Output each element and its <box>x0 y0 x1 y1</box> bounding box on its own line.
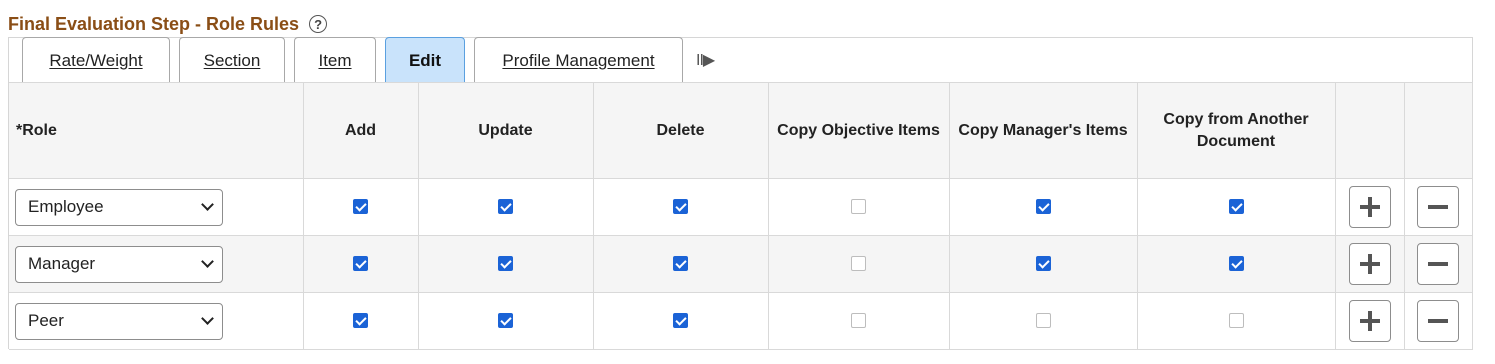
role-select-value: Employee <box>28 197 104 216</box>
plus-icon <box>1359 197 1380 217</box>
column-header-delete-row <box>1404 82 1473 179</box>
copy-manager-checkbox[interactable] <box>1035 313 1051 329</box>
add-row-button[interactable] <box>1348 186 1391 228</box>
copy-objective-checkbox[interactable] <box>851 199 866 215</box>
minus-icon <box>1428 197 1448 217</box>
table-row: Peer <box>9 292 1473 350</box>
column-header-copy-another[interactable]: Copy from Another Document <box>1137 82 1336 179</box>
copy-another-checkbox[interactable] <box>1228 256 1244 272</box>
copy-manager-cell <box>949 235 1138 293</box>
copy-objective-checkbox[interactable] <box>851 256 866 272</box>
plus-icon <box>1359 254 1380 274</box>
delete-cell <box>593 292 769 350</box>
add-row-cell <box>1335 235 1405 293</box>
chevron-down-icon <box>201 312 214 325</box>
add-cell <box>303 235 419 293</box>
table-row: Employee <box>9 178 1473 236</box>
column-header-add[interactable]: Add <box>303 82 419 179</box>
minus-icon <box>1428 254 1448 274</box>
column-header-role[interactable]: *Role <box>9 82 304 179</box>
delete-checkbox[interactable] <box>673 313 688 329</box>
question-circle-icon[interactable]: ? <box>309 15 328 33</box>
copy-another-cell <box>1137 235 1336 293</box>
add-checkbox[interactable] <box>353 313 368 329</box>
update-cell <box>418 235 594 293</box>
update-cell <box>418 178 594 236</box>
copy-another-cell <box>1137 178 1336 236</box>
copy-manager-cell <box>949 178 1138 236</box>
column-header-copy-manager[interactable]: Copy Manager's Items <box>949 82 1138 179</box>
copy-objective-cell <box>768 235 950 293</box>
table-row: Manager <box>9 235 1473 293</box>
delete-row-button[interactable] <box>1417 186 1459 228</box>
role-cell: Manager <box>9 235 304 293</box>
delete-cell <box>593 235 769 293</box>
role-select-value: Manager <box>28 254 96 273</box>
update-cell <box>418 292 594 350</box>
grid-tabs: Rate/Weight Section Item Edit Profile Ma… <box>22 37 715 83</box>
delete-row-button[interactable] <box>1417 300 1459 342</box>
role-select[interactable]: Employee <box>15 188 223 226</box>
copy-another-checkbox[interactable] <box>1228 199 1244 215</box>
copy-manager-checkbox[interactable] <box>1035 256 1051 272</box>
add-cell <box>303 292 419 350</box>
update-checkbox[interactable] <box>498 256 513 272</box>
add-row-button[interactable] <box>1348 243 1391 285</box>
tab-item[interactable]: Item <box>294 37 376 83</box>
tab-section[interactable]: Section <box>179 37 285 83</box>
role-cell: Peer <box>9 292 304 350</box>
role-cell: Employee <box>9 178 304 236</box>
copy-objective-cell <box>768 178 950 236</box>
copy-manager-checkbox[interactable] <box>1035 199 1051 215</box>
chevron-down-icon <box>201 198 214 211</box>
plus-icon <box>1359 311 1380 331</box>
add-checkbox[interactable] <box>353 256 368 272</box>
tab-edit[interactable]: Edit <box>385 37 465 83</box>
column-header-add-row <box>1335 82 1405 179</box>
update-checkbox[interactable] <box>498 199 513 215</box>
role-select[interactable]: Manager <box>15 245 223 283</box>
delete-cell <box>593 178 769 236</box>
copy-objective-cell <box>768 292 950 350</box>
role-select[interactable]: Peer <box>15 302 223 340</box>
show-all-columns-icon[interactable]: II▶ <box>696 37 715 83</box>
column-header-delete[interactable]: Delete <box>593 82 769 179</box>
update-checkbox[interactable] <box>498 313 513 329</box>
delete-row-button[interactable] <box>1417 243 1459 285</box>
add-row-cell <box>1335 292 1405 350</box>
add-checkbox[interactable] <box>353 199 368 215</box>
add-cell <box>303 178 419 236</box>
delete-row-cell <box>1404 178 1473 236</box>
delete-row-cell <box>1404 235 1473 293</box>
copy-manager-cell <box>949 292 1138 350</box>
delete-checkbox[interactable] <box>673 256 688 272</box>
add-row-cell <box>1335 178 1405 236</box>
role-rules-grid: *Role Add Update Delete Copy Objective I… <box>9 82 1473 350</box>
minus-icon <box>1428 311 1448 331</box>
header-row: *Role Add Update Delete Copy Objective I… <box>9 82 1473 179</box>
column-header-copy-objective[interactable]: Copy Objective Items <box>768 82 950 179</box>
copy-another-checkbox[interactable] <box>1228 313 1244 329</box>
delete-row-cell <box>1404 292 1473 350</box>
chevron-down-icon <box>201 255 214 268</box>
column-header-update[interactable]: Update <box>418 82 594 179</box>
delete-checkbox[interactable] <box>673 199 688 215</box>
tab-rate-weight[interactable]: Rate/Weight <box>22 37 170 83</box>
add-row-button[interactable] <box>1348 300 1391 342</box>
copy-objective-checkbox[interactable] <box>851 313 866 329</box>
page-title: Final Evaluation Step - Role Rules <box>8 13 300 34</box>
section-header: Final Evaluation Step - Role Rules ? <box>8 11 328 37</box>
role-select-value: Peer <box>28 311 64 330</box>
copy-another-cell <box>1137 292 1336 350</box>
tab-profile-management[interactable]: Profile Management <box>474 37 683 83</box>
